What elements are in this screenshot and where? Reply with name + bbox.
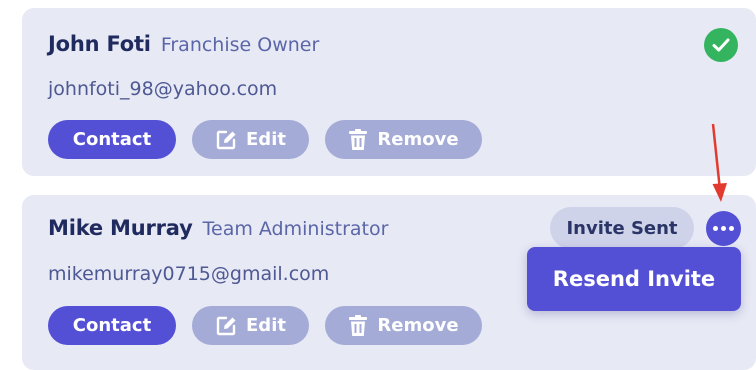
contact-button-label: Contact (72, 129, 152, 150)
contact-button-label: Contact (72, 315, 152, 336)
edit-button[interactable]: Edit (192, 120, 309, 159)
remove-button-label: Remove (377, 315, 459, 336)
edit-icon (216, 316, 236, 335)
member-email: mikemurray0715@gmail.com (48, 263, 330, 285)
contact-button[interactable]: Contact (48, 306, 176, 345)
remove-button-label: Remove (377, 129, 459, 150)
member-header: Mike Murray Team Administrator (48, 216, 388, 240)
edit-icon (216, 130, 236, 149)
annotation-arrow (711, 123, 727, 202)
member-email: johnfoti_98@yahoo.com (48, 78, 278, 100)
edit-button-label: Edit (246, 315, 286, 336)
member-actions: Contact Edit Remove (48, 306, 482, 345)
remove-button[interactable]: Remove (325, 306, 482, 345)
member-actions: Contact Edit Remove (48, 120, 482, 159)
trash-icon (349, 128, 368, 150)
member-name: John Foti (48, 32, 151, 56)
edit-button[interactable]: Edit (192, 306, 309, 345)
edit-button-label: Edit (246, 129, 286, 150)
options-dropdown: Resend Invite (527, 247, 741, 311)
more-dots-icon (713, 226, 718, 231)
more-dots-icon (721, 226, 726, 231)
member-header: John Foti Franchise Owner (48, 32, 319, 56)
contact-button[interactable]: Contact (48, 120, 176, 159)
more-options-button[interactable] (706, 211, 741, 246)
member-name: Mike Murray (48, 216, 193, 240)
resend-invite-item[interactable]: Resend Invite (553, 267, 715, 291)
status-badge: Invite Sent (550, 207, 694, 249)
remove-button[interactable]: Remove (325, 120, 482, 159)
status-badge-label: Invite Sent (566, 217, 678, 239)
more-dots-icon (729, 226, 734, 231)
member-card: John Foti Franchise Owner johnfoti_98@yah… (22, 8, 756, 176)
member-role: Team Administrator (202, 218, 389, 240)
member-role: Franchise Owner (160, 34, 320, 56)
trash-icon (349, 314, 368, 336)
check-circle-icon (704, 28, 738, 62)
